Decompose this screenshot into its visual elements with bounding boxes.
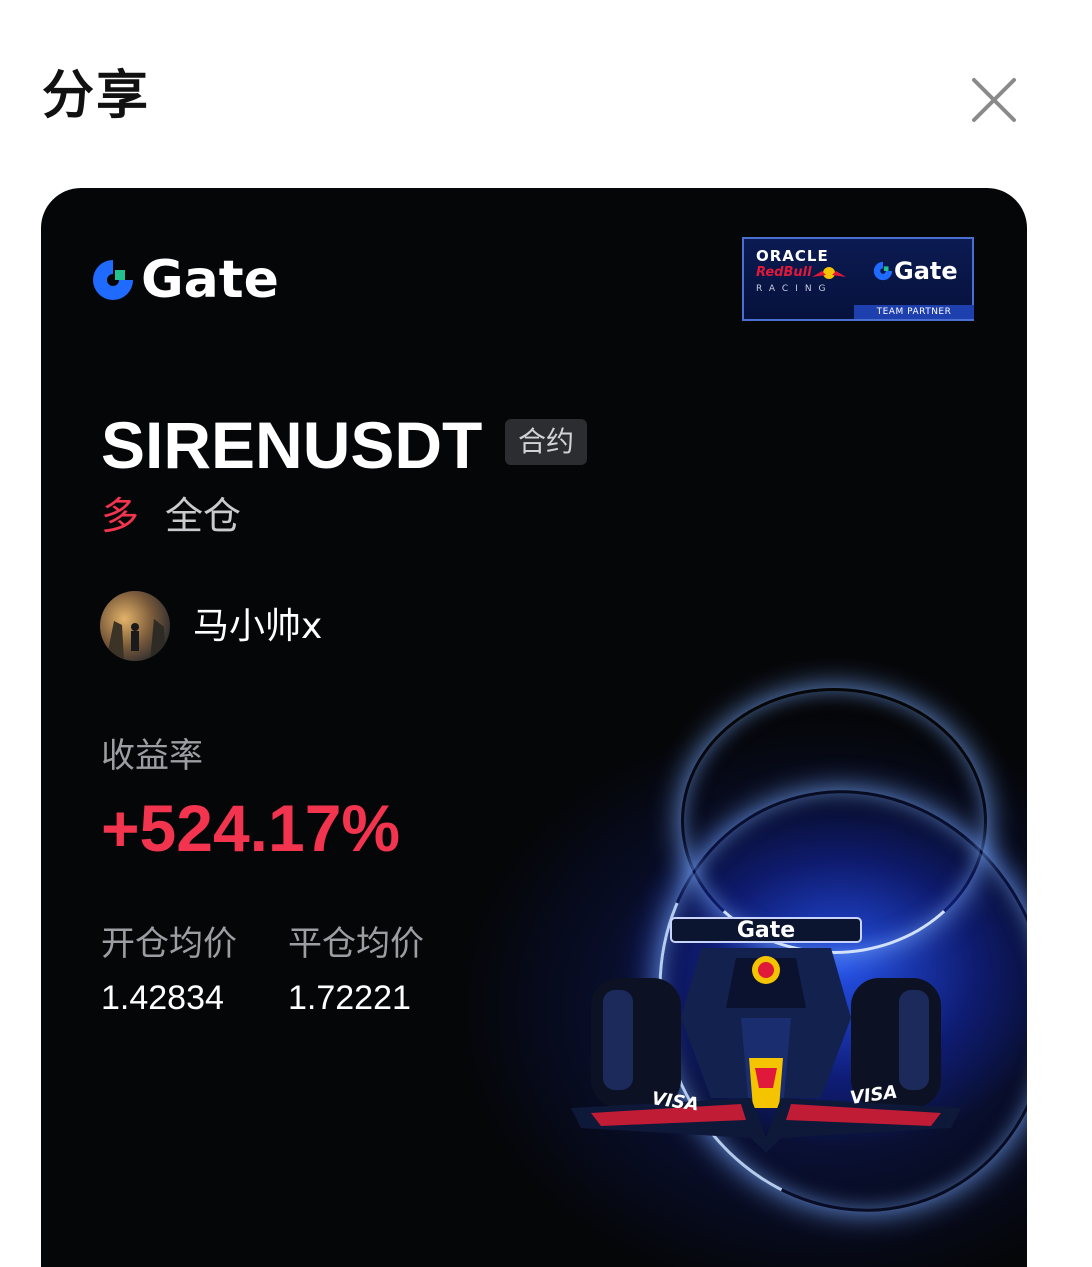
yield-value: +524.17% xyxy=(101,791,401,865)
gate-logo-icon xyxy=(873,261,893,281)
close-icon[interactable] xyxy=(966,72,1022,128)
trading-pair: SIRENUSDT xyxy=(101,408,483,482)
team-partner-badge: ORACLE RedBull RACING Gate TEAM PARTNER xyxy=(742,237,974,321)
gate-logo: Gate xyxy=(89,254,279,306)
close-price-label: 平仓均价 xyxy=(288,924,424,964)
direction-label: 多 xyxy=(101,494,140,538)
partner-gate-text: Gate xyxy=(894,257,958,285)
bull-icon xyxy=(812,267,846,279)
share-card: Gate ORACLE RedBull RACING Gate TEAM PAR… xyxy=(41,188,1027,1267)
redbull-text: RedBull xyxy=(756,265,812,280)
race-car-illustration: Gate VISA VISA xyxy=(571,917,961,1153)
brand-name: Gate xyxy=(141,250,279,310)
close-price-value: 1.72221 xyxy=(288,979,411,1017)
gate-logo-icon xyxy=(93,260,133,300)
car-wing-text: Gate xyxy=(737,918,795,943)
avatar xyxy=(100,591,170,661)
username: 马小帅x xyxy=(193,606,323,647)
oracle-text: ORACLE xyxy=(756,247,829,265)
team-partner-label: TEAM PARTNER xyxy=(854,305,974,319)
partner-gate-logo: Gate xyxy=(872,257,958,285)
sheet-title: 分享 xyxy=(42,66,151,126)
open-price-block: 开仓均价 1.42834 xyxy=(101,922,237,1020)
racing-text: RACING xyxy=(756,284,833,294)
open-price-value: 1.42834 xyxy=(101,979,224,1017)
margin-mode-label: 全仓 xyxy=(165,494,242,538)
yield-label: 收益率 xyxy=(101,736,203,776)
share-sheet: 分享 Gate ORACLE RedBull RACING Gate TEAM … xyxy=(0,0,1092,1267)
open-price-label: 开仓均价 xyxy=(101,924,237,964)
close-price-block: 平仓均价 1.72221 xyxy=(288,922,424,1020)
contract-badge: 合约 xyxy=(505,419,587,465)
